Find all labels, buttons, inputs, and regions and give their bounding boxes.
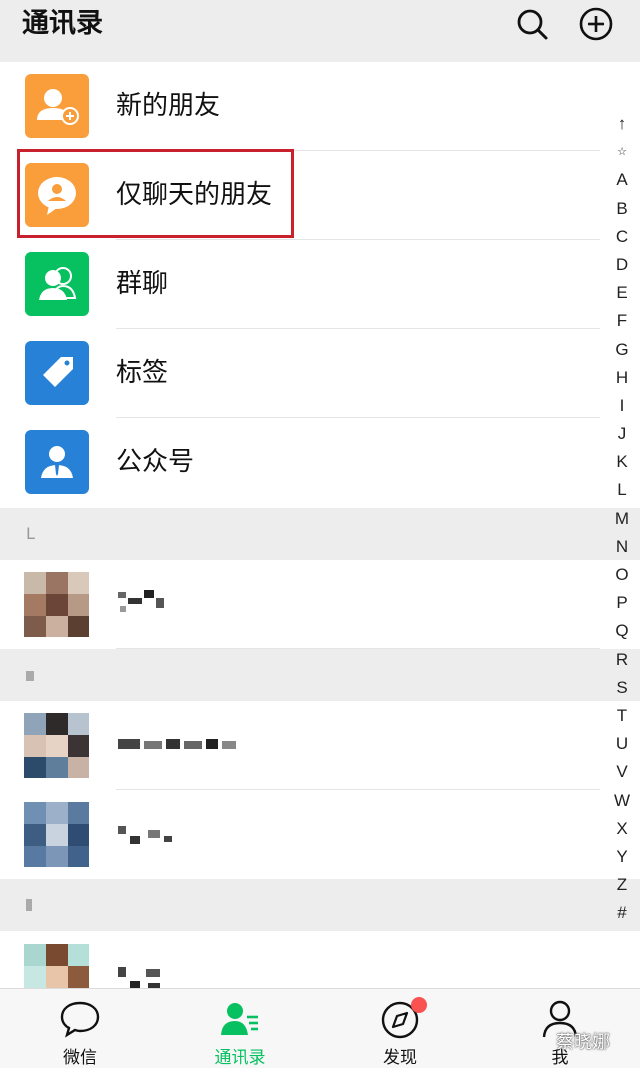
section-header [0,879,640,931]
contact-name [116,814,316,854]
watermark: 蔡晓娜 [556,1032,610,1053]
index-letter[interactable]: Z [606,871,638,899]
index-letter[interactable]: C [606,223,638,251]
top-bar: 通讯录 [0,0,640,62]
section-header [0,649,640,701]
avatar [24,572,89,637]
index-letter[interactable]: I [606,392,638,420]
tab-label: 发现 [383,1048,417,1068]
section-label-obscured [26,899,32,911]
index-letter[interactable]: X [606,815,638,843]
index-letter[interactable]: # [606,899,638,927]
index-letter[interactable]: O [606,561,638,589]
contact-row[interactable] [0,790,600,879]
index-letter[interactable]: N [606,533,638,561]
search-icon[interactable] [514,6,550,42]
entry-label: 新的朋友 [116,91,221,121]
official-account-icon [25,430,89,494]
entry-label: 标签 [116,358,169,388]
tab-label: 微信 [63,1048,97,1068]
index-letter[interactable]: W [606,787,638,815]
index-letter[interactable]: U [606,730,638,758]
index-letter[interactable]: K [606,448,638,476]
tags-entry[interactable]: 标签 [0,329,600,418]
section-label-obscured [26,671,34,681]
notification-badge [411,997,427,1013]
index-letter[interactable]: P [606,589,638,617]
index-letter[interactable]: H [606,364,638,392]
add-friend-icon [25,74,89,138]
entry-label: 公众号 [116,447,195,477]
official-accounts-entry[interactable]: 公众号 [0,418,600,507]
index-letter[interactable]: L [606,476,638,504]
contact-name [116,725,316,765]
group-chat-icon [25,252,89,316]
index-letter[interactable]: R [606,646,638,674]
avatar [24,713,89,778]
new-friends-entry[interactable]: 新的朋友 [0,62,600,151]
avatar [24,944,89,988]
index-letter[interactable]: J [606,420,638,448]
tag-icon [25,341,89,405]
alphabet-index[interactable]: ↑ ☆ A B C D E F G H I J K L M N O P Q R S T U V W X Y Z # [606,110,638,927]
highlight-box [17,149,294,238]
tab-chats[interactable]: 微信 [25,989,135,1068]
contacts-icon [221,1003,258,1035]
contact-row[interactable] [0,560,600,649]
index-letter[interactable]: T [606,702,638,730]
index-letter[interactable]: G [606,336,638,364]
tab-label: 通讯录 [214,1048,266,1068]
contact-row[interactable] [0,931,600,989]
group-chats-entry[interactable]: 群聊 [0,240,600,329]
section-label: L [26,524,35,543]
index-letter[interactable]: A [606,166,638,194]
index-letter[interactable]: ☆ [606,138,638,166]
index-letter[interactable]: B [606,195,638,223]
index-letter[interactable]: E [606,279,638,307]
plus-circle-icon[interactable] [578,6,614,42]
entry-label: 群聊 [116,269,169,299]
index-letter[interactable]: S [606,674,638,702]
page-title: 通讯录 [22,8,103,39]
contact-row[interactable] [0,701,600,790]
tab-bar: 微信 通讯录 发现 我 [0,988,640,1068]
index-letter[interactable]: ↑ [606,110,638,138]
section-header: L [0,508,640,560]
index-letter[interactable]: M [606,505,638,533]
index-letter[interactable]: V [606,758,638,786]
tab-contacts[interactable]: 通讯录 [185,989,295,1068]
index-letter[interactable]: Q [606,617,638,645]
contact-name [116,584,316,624]
avatar [24,802,89,867]
index-letter[interactable]: Y [606,843,638,871]
chat-bubble-icon [60,1001,100,1038]
tab-discover[interactable]: 发现 [345,989,455,1068]
index-letter[interactable]: D [606,251,638,279]
index-letter[interactable]: F [606,307,638,335]
